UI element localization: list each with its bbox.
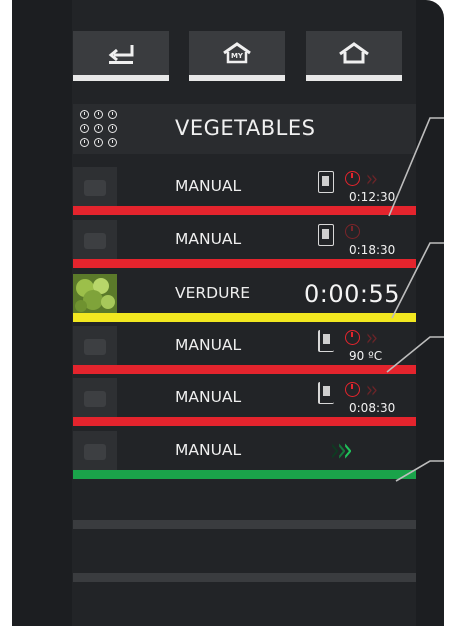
oven-panel: MY VEGETABLES MANUAL 0:12:30 › › MANUAL 0… (12, 0, 444, 626)
callout-lines (386, 117, 444, 482)
